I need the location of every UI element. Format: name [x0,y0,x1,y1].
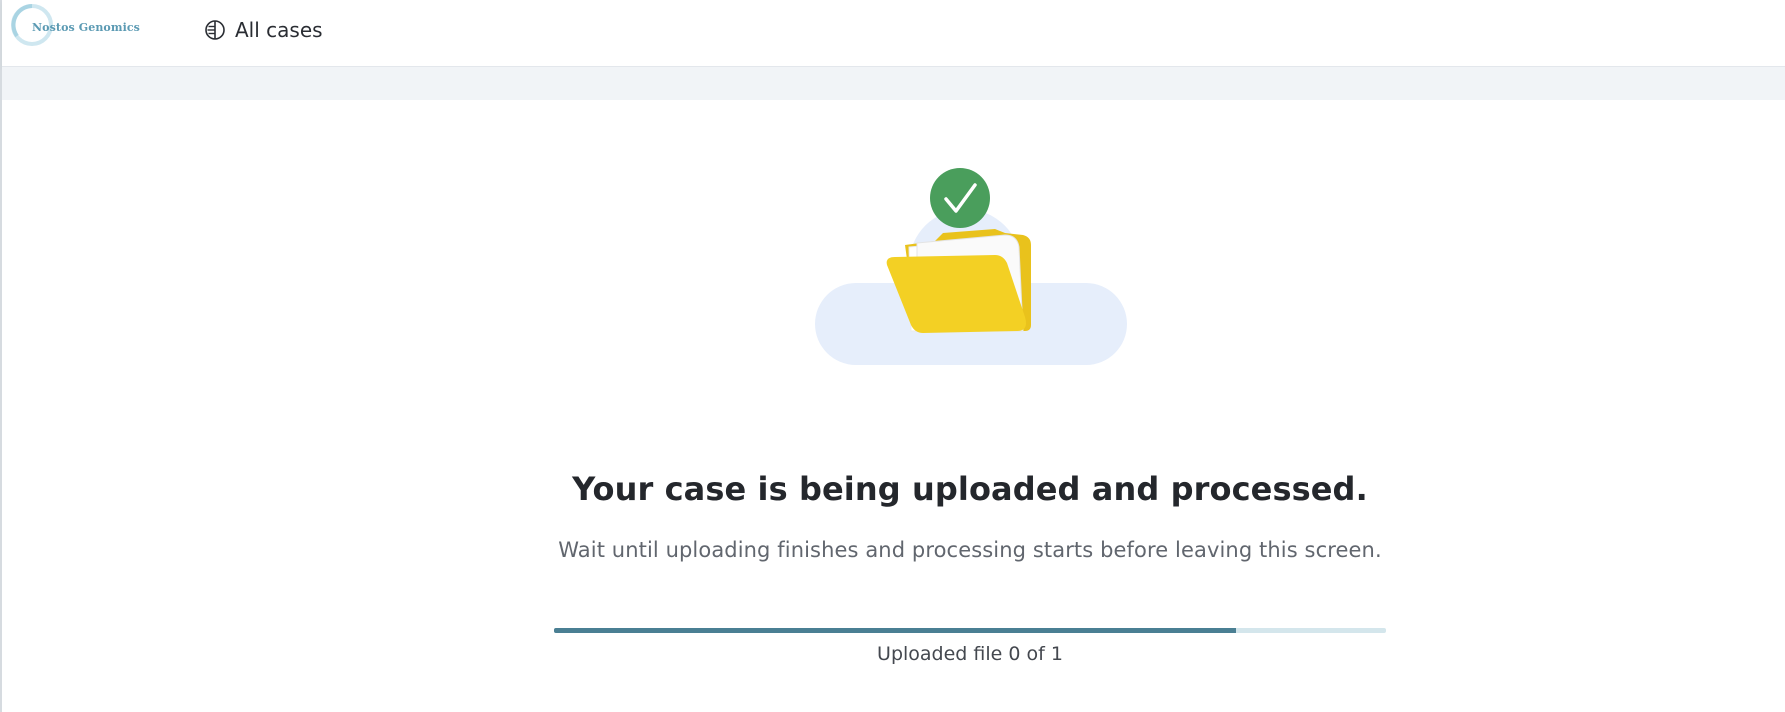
cases-icon [204,19,226,41]
upload-progress-bar [554,628,1386,633]
upload-progress-label: Uploaded file 0 of 1 [877,643,1063,665]
nav-all-cases-label: All cases [235,18,323,42]
folder-icon [886,229,1031,333]
page-subheader [2,67,1785,100]
upload-illustration [815,168,1127,365]
upload-title: Your case is being uploaded and processe… [572,470,1368,508]
upload-progress-fill [554,628,1237,633]
top-navigation-bar: Nostos Genomics All cases [2,0,1785,67]
logo-text: Nostos Genomics [32,21,140,34]
check-icon [930,168,990,228]
upload-subtitle: Wait until uploading finishes and proces… [558,538,1382,562]
window-left-border [0,0,2,712]
nostos-genomics-logo[interactable]: Nostos Genomics [8,3,148,53]
nav-all-cases[interactable]: All cases [204,15,323,45]
